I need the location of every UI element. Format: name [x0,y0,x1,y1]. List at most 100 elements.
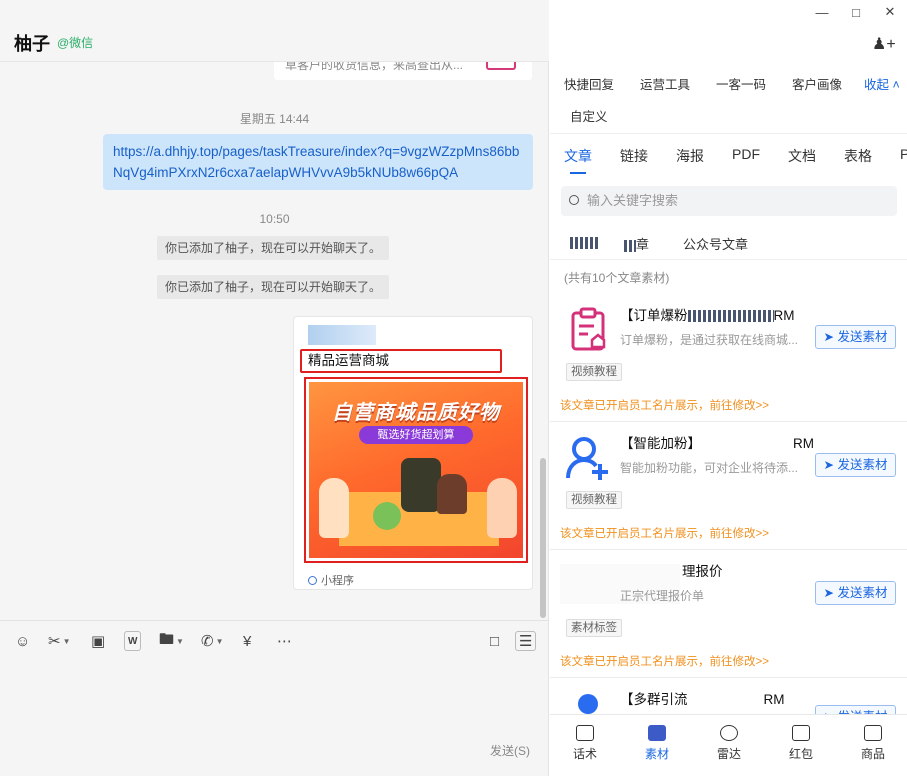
more-icon[interactable]: ⋯ [277,631,292,651]
item-desc: 正宗代理报价单 [620,589,705,603]
item-title: 【多群引流 RM [620,688,785,708]
collapse-button[interactable]: 收起 ˄ [864,74,900,93]
search-input[interactable]: 输入关键字搜索 [561,186,897,216]
word-icon[interactable]: W [124,631,142,651]
list-item[interactable]: 理报价 正宗代理报价单 ➤ 发送素材 素材标签 该文章已开启员工名片展示，前往修… [550,550,907,678]
staff-card-warning-link[interactable]: 该文章已开启员工名片展示，前往修改>> [560,653,769,669]
item-title: 【订单爆粉 RM [620,304,795,324]
shopping-bag-icon [864,725,882,741]
item-desc: 订单爆粉，是通过获取在线商城... [620,333,799,347]
chat-title: 柚子 [14,34,50,54]
item-tag: 视频教程 [566,491,622,509]
yen-icon[interactable]: ¥ [243,631,251,651]
send-material-button[interactable]: ➤ 发送素材 [815,581,896,605]
miniprogram-footer: 小程序 [308,572,354,588]
staff-card-warning-link[interactable]: 该文章已开启员工名片展示，前往修改>> [560,525,769,541]
list-item[interactable]: 【智能加粉】 RM 智能加粉功能，可对企业将待添... ➤ 发送素材 视频教程 该… [550,422,907,550]
staff-card-warning-link[interactable]: 该文章已开启员工名片展示，前往修改>> [560,397,769,413]
redacted-text [687,693,764,708]
item-tag: 素材标签 [566,619,622,637]
nav-radar[interactable]: 雷达 [704,725,754,762]
tab-doc[interactable]: 文档 [788,146,816,166]
tab-sheet[interactable]: 表格 [844,146,872,166]
tab-customer-profile[interactable]: 客户画像 [792,74,842,93]
miniprogram-image-highlight: 自营商城品质好物 甄选好货超划算 [304,377,528,563]
order-doc-icon [571,307,606,351]
card-icon [486,62,516,70]
material-icon [648,725,666,741]
minimize-icon[interactable]: — [805,0,839,24]
redacted-label [570,236,600,249]
content-type-tabs: 文章 链接 海报 PDF 文档 表格 P [550,134,907,178]
scissors-icon[interactable]: ✂ ▼ [48,631,71,651]
image-headline: 自营商城品质好物 [332,402,500,424]
partial-card-text: 草客户的收货信息，来高查出从... [285,62,464,72]
redacted-text [687,310,774,323]
tab-poster[interactable]: 海报 [676,146,704,166]
partial-message-card[interactable]: 草客户的收货信息，来高查出从... [274,62,532,80]
timestamp: 星期五 14:44 [239,112,310,126]
tab-link[interactable]: 链接 [620,146,648,166]
tab-one-code[interactable]: 一客一码 [716,74,766,93]
miniprogram-image: 自营商城品质好物 甄选好货超划算 [309,382,523,558]
add-user-icon [566,437,608,480]
chat-scrollbar[interactable] [540,458,546,618]
miniprogram-label: 小程序 [321,575,354,587]
miniprogram-card[interactable]: 精品运营商城 自营商城品质好物 甄选好货超划算 小程序 [293,316,533,590]
figure-graphic [319,478,349,538]
history-icon[interactable]: □ [490,631,499,651]
tool-tabs: 快捷回复 运营工具 一客一码 客户画像 收起 ˄ 自定义 [550,62,907,134]
chat-header: 柚子 @微信 [0,0,549,62]
bag-graphic [437,474,467,514]
list-item[interactable]: 【订单爆粉 RM 订单爆粉，是通过获取在线商城... ➤ 发送素材 视频教程 该文… [550,294,907,422]
send-material-button[interactable]: ➤ 发送素材 [815,453,896,477]
folder-icon[interactable]: 🖿 ▼ [159,631,184,651]
redacted-text [701,437,793,452]
nav-products[interactable]: 商品 [848,725,898,762]
close-icon[interactable]: ✕ [873,0,907,24]
subtab-official-account[interactable]: 公众号文章 [683,234,748,253]
nav-scripts[interactable]: 话术 [560,725,610,762]
sidebar-toggle-icon[interactable]: ☰ [515,631,537,651]
message-list[interactable]: 草客户的收货信息，来高查出从... 星期五 14:44 https://a.dh… [0,62,549,620]
radar-icon [720,725,738,741]
link-message[interactable]: https://a.dhhjy.top/pages/taskTreasure/i… [103,134,533,190]
article-count: (共有10个文章素材) [564,271,670,285]
coat-graphic [401,458,441,512]
tab-pdf[interactable]: PDF [732,146,760,162]
collapse-label: 收起 [864,78,890,92]
tab-custom[interactable]: 自定义 [570,106,608,125]
chat-pane: 柚子 @微信 草客户的收货信息，来高查出从... 星期五 14:44 https… [0,0,549,776]
item-desc: 智能加粉功能，可对企业将待添... [620,461,799,475]
add-member-icon[interactable]: ♟+ [872,34,896,54]
send-button[interactable]: 发送(S) [490,742,530,759]
image-icon[interactable]: ▣ [91,631,105,651]
tab-quick-reply[interactable]: 快捷回复 [564,74,614,93]
subtab-all[interactable] [570,234,600,249]
side-panel: 快捷回复 运营工具 一客一码 客户画像 收起 ˄ 自定义 文章 链接 海报 PD… [550,62,907,776]
nav-label: 雷达 [716,747,741,761]
miniprogram-icon [308,576,317,585]
red-packet-icon [792,725,810,741]
melon-graphic [373,502,401,530]
emoji-icon[interactable]: ☺ [15,631,30,651]
nav-materials[interactable]: 素材 [632,725,682,762]
maximize-icon[interactable]: □ [839,0,873,24]
tab-more[interactable]: P [900,146,907,162]
phone-icon[interactable]: ✆ ▼ [201,631,224,651]
tab-article[interactable]: 文章 [564,146,592,174]
nav-red-packet[interactable]: 红包 [776,725,826,762]
item-title: 理报价 [682,564,723,579]
timestamp: 10:50 [259,212,290,226]
image-tag: 甄选好货超划算 [359,426,473,444]
item-title-tail: RM [763,692,785,707]
send-material-button[interactable]: ➤ 发送素材 [815,325,896,349]
article-subtabs: 章 公众号文章 [550,228,907,260]
tab-ops-tools[interactable]: 运营工具 [640,74,690,93]
nav-label: 素材 [644,747,669,761]
send-label: 发送素材 [837,458,888,472]
system-message: 你已添加了柚子，现在可以开始聊天了。 [157,275,390,299]
item-title-tail: RM [793,436,814,451]
figure-graphic [487,478,517,538]
subtab-article[interactable]: 章 [624,234,649,253]
